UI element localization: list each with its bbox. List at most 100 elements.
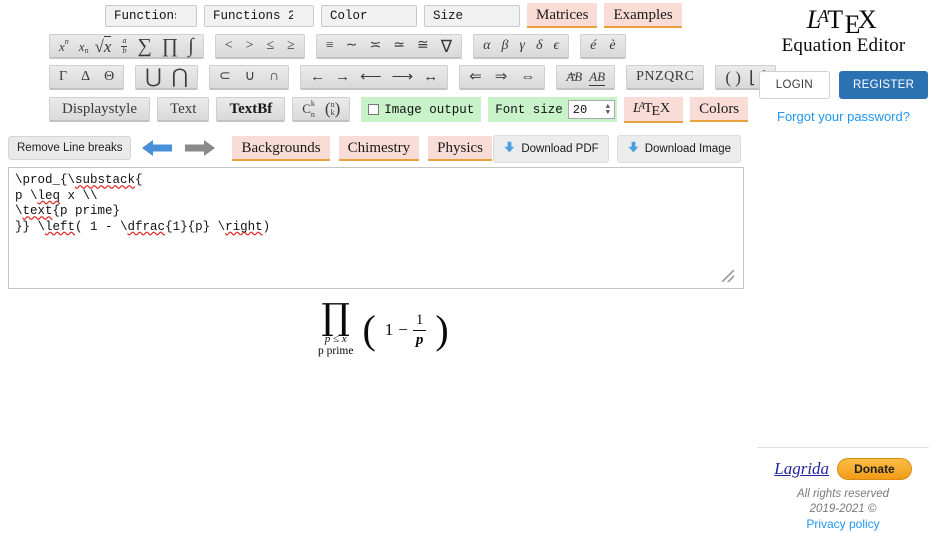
left-right-arrow-icon[interactable]: ↔ [423, 69, 438, 85]
sqrt-icon[interactable]: √x [95, 35, 112, 56]
big-intersection-icon[interactable]: ⋂ [172, 67, 188, 87]
greek-uppercase-group[interactable]: Γ Δ Θ [49, 65, 125, 90]
cong-icon[interactable]: ≅ [417, 39, 429, 53]
colors-button[interactable]: Colors [690, 97, 749, 122]
vector-ab-icon[interactable]: AB → [565, 65, 582, 85]
delta-upper-icon[interactable]: Δ [81, 70, 90, 84]
matrices-button[interactable]: Matrices [527, 3, 598, 28]
font-size-stepper[interactable]: ▲ ▼ [606, 103, 610, 116]
size-dropdown[interactable]: Size [424, 4, 520, 27]
font-size-box: Font size ▲▼ [488, 97, 617, 122]
beta-icon[interactable]: β [501, 39, 508, 53]
nabla-icon[interactable]: ∇ [441, 38, 452, 55]
less-equal-icon[interactable]: ≤ [266, 39, 274, 53]
e-grave-icon[interactable]: è [609, 39, 615, 53]
color-dropdown[interactable]: Color [321, 4, 417, 27]
epsilon-icon[interactable]: ϵ [553, 39, 559, 53]
login-button[interactable]: LOGIN [758, 71, 831, 100]
greater-equal-icon[interactable]: ≥ [287, 39, 295, 53]
big-operators-group[interactable]: ⋃ ⋂ [135, 65, 199, 90]
double-right-arrow-icon[interactable]: ⇒ [495, 69, 508, 85]
gamma-icon[interactable]: γ [519, 39, 525, 53]
redo-arrow-icon[interactable] [183, 137, 217, 159]
undo-arrow-icon[interactable] [140, 137, 174, 159]
donate-button[interactable]: Donate [837, 458, 912, 480]
binomial-group[interactable]: Ckn ( nk ) [292, 97, 351, 122]
lagrida-link[interactable]: Lagrida [774, 459, 829, 479]
physics-button[interactable]: Physics [428, 135, 492, 161]
greek-lowercase-group[interactable]: α β γ δ ϵ [473, 34, 570, 59]
editor-column: Functions Functions 2 Color Size Matrice… [0, 0, 777, 409]
image-output-checkbox[interactable] [368, 104, 380, 115]
download-icon [503, 141, 516, 157]
delta-icon[interactable]: δ [536, 39, 543, 53]
font-size-label: Font size [495, 102, 563, 117]
long-right-arrow-icon[interactable]: ⟶ [392, 69, 414, 85]
left-arrow-icon[interactable]: ← [310, 69, 325, 85]
functions-dropdown[interactable]: Functions [105, 4, 197, 27]
brand-subtitle: Equation Editor [781, 35, 906, 57]
textarea-resize-grip[interactable] [722, 270, 734, 282]
long-left-arrow-icon[interactable]: ⟵ [360, 69, 382, 85]
download-image-button[interactable]: Download Image [616, 135, 741, 163]
asymp-icon[interactable]: ≍ [370, 39, 382, 53]
e-acute-icon[interactable]: é [590, 39, 596, 53]
side-column: LATEX Equation Editor LOGIN REGISTER For… [752, 0, 935, 124]
fraction-icon[interactable]: ab [121, 36, 128, 55]
integral-icon[interactable]: ∫ [188, 36, 193, 56]
gamma-upper-icon[interactable]: Γ [59, 70, 67, 84]
functions2-dropdown-wrap: Functions 2 [204, 4, 314, 27]
set-operators-group[interactable]: ⊂ ∪ ∩ [209, 65, 290, 90]
chimestry-button[interactable]: Chimestry [338, 135, 420, 161]
less-than-icon[interactable]: < [225, 39, 233, 53]
number-sets-icon[interactable]: PNZQRC [636, 70, 694, 84]
product-operator: ∏ p ≤ x p prime [318, 300, 353, 357]
greater-than-icon[interactable]: > [246, 39, 254, 53]
combination-icon[interactable]: Ckn [302, 99, 315, 119]
sum-icon[interactable]: ∑ [137, 36, 151, 56]
textbf-button[interactable]: TextBf [216, 97, 286, 122]
text-button[interactable]: Text [157, 97, 210, 122]
privacy-policy-link[interactable]: Privacy policy [806, 517, 879, 531]
binom-icon[interactable]: ( nk ) [325, 99, 340, 119]
identical-icon[interactable]: ≡ [326, 39, 334, 53]
latex-button[interactable]: LATEX [623, 96, 684, 123]
double-left-arrow-icon[interactable]: ⇐ [469, 69, 482, 85]
register-button[interactable]: REGISTER [839, 71, 929, 100]
vectors-group[interactable]: AB → AB [556, 65, 616, 90]
double-arrows-group[interactable]: ⇐ ⇒ ⇔ [459, 65, 546, 90]
backgrounds-button[interactable]: Backgrounds [232, 135, 330, 161]
alpha-icon[interactable]: α [483, 39, 490, 53]
product-icon[interactable]: ∏ [162, 36, 178, 56]
number-sets-group[interactable]: PNZQRC [626, 65, 705, 90]
math-basics-group[interactable]: xn xn √x ab ∑ ∏ ∫ [49, 34, 204, 59]
displaystyle-button[interactable]: Displaystyle [49, 97, 150, 122]
subscript-icon[interactable]: xn [79, 40, 89, 55]
comparisons-group[interactable]: < > ≤ ≥ [214, 34, 305, 59]
remove-line-breaks-button[interactable]: Remove Line breaks [8, 136, 132, 160]
parentheses-icon[interactable]: ( ) [725, 69, 741, 86]
theta-upper-icon[interactable]: Θ [104, 70, 114, 84]
arrows-group[interactable]: ← → ⟵ ⟶ ↔ [300, 65, 449, 90]
latex-source-textarea[interactable]: \prod_{\substack{ p \leq x \\ \text{p pr… [8, 167, 744, 289]
forgot-password-link[interactable]: Forgot your password? [752, 109, 935, 124]
union-icon[interactable]: ∪ [245, 70, 255, 84]
big-union-icon[interactable]: ⋃ [145, 67, 161, 87]
download-pdf-button[interactable]: Download PDF [493, 135, 609, 163]
double-left-right-arrow-icon[interactable]: ⇔ [520, 69, 535, 85]
equivalences-group[interactable]: ≡ ∼ ≍ ≃ ≅ ∇ [315, 34, 463, 59]
source-line-4: }} \left( 1 - \dfrac{1}{p} \right) [15, 219, 271, 234]
right-arrow-icon[interactable]: → [335, 69, 350, 85]
intersection-icon[interactable]: ∩ [269, 70, 279, 84]
power-icon[interactable]: xn [59, 37, 69, 53]
functions-2-dropdown[interactable]: Functions 2 [204, 4, 314, 27]
accents-group[interactable]: é è [580, 34, 626, 59]
examples-button[interactable]: Examples [604, 3, 682, 28]
subset-icon[interactable]: ⊂ [219, 70, 231, 84]
minus-sign: − [398, 320, 408, 339]
tilde-icon[interactable]: ∼ [346, 39, 358, 53]
underline-vector-ab-icon[interactable]: AB [589, 69, 606, 86]
source-line-2: p \leq x \\ [15, 188, 98, 203]
source-line-3: \text{p prime} [15, 204, 121, 218]
simeq-icon[interactable]: ≃ [393, 39, 405, 53]
